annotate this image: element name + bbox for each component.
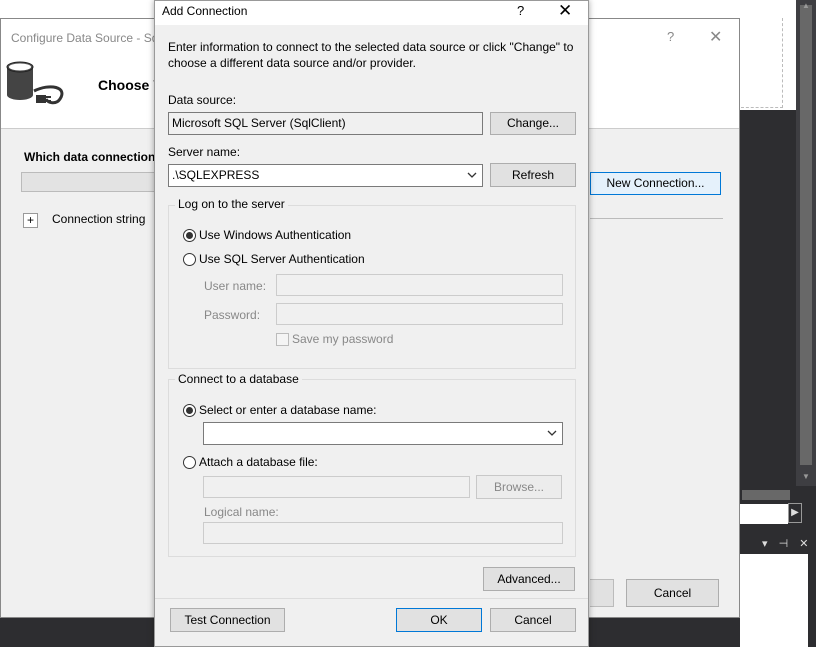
logon-group-title: Log on to the server [175, 197, 288, 211]
select-database-radio[interactable] [183, 404, 196, 417]
add-connection-dialog: Add Connection ? ✕ Enter information to … [154, 0, 589, 647]
dialog-titlebar: Add Connection ? ✕ [155, 1, 588, 25]
help-icon[interactable]: ? [517, 3, 524, 18]
connection-string-label: Connection string [52, 212, 146, 226]
save-password-checkbox [276, 333, 289, 346]
server-name-value: .\SQLEXPRESS [172, 168, 260, 182]
data-source-label: Data source: [168, 93, 237, 107]
dialog-footer-divider [155, 598, 588, 599]
ide-designer-dash-border [741, 18, 783, 108]
scroll-down-arrow-icon[interactable]: ▼ [797, 470, 815, 484]
close-icon[interactable]: ✕ [709, 27, 722, 47]
close-icon[interactable]: ✕ [558, 1, 572, 21]
sql-auth-label[interactable]: Use SQL Server Authentication [199, 252, 365, 266]
ok-button[interactable]: OK [396, 608, 482, 632]
chevron-down-icon[interactable] [546, 427, 558, 439]
ide-scroll-thumb[interactable] [800, 5, 812, 465]
new-connection-button[interactable]: New Connection... [590, 172, 721, 195]
instructions-text: Enter information to connect to the sele… [168, 40, 574, 70]
help-icon[interactable]: ? [667, 29, 674, 44]
advanced-button[interactable]: Advanced... [483, 567, 575, 591]
ide-output-strip [740, 504, 788, 524]
username-input [276, 274, 563, 296]
windows-auth-radio[interactable] [183, 229, 196, 242]
scroll-right-arrow-icon[interactable]: ▶ [788, 503, 802, 523]
wizard-title: Configure Data Source - Sq [11, 31, 159, 45]
cancel-button[interactable]: Cancel [490, 608, 576, 632]
password-label: Password: [204, 308, 261, 322]
chevron-down-icon[interactable] [466, 169, 478, 181]
database-name-combobox[interactable] [203, 422, 563, 445]
wizard-divider [590, 218, 723, 219]
dialog-title: Add Connection [162, 4, 248, 18]
tool-window-pin-close-icons[interactable]: ▾ ⊣ ✕ [762, 537, 812, 550]
test-connection-button[interactable]: Test Connection [170, 608, 285, 632]
save-password-label: Save my password [292, 332, 394, 346]
wizard-cancel-button[interactable]: Cancel [626, 579, 719, 607]
data-source-field: Microsoft SQL Server (SqlClient) [168, 112, 483, 135]
attach-file-label[interactable]: Attach a database file: [199, 455, 318, 469]
change-button[interactable]: Change... [490, 112, 576, 135]
refresh-button[interactable]: Refresh [490, 163, 576, 187]
windows-auth-label[interactable]: Use Windows Authentication [199, 228, 351, 242]
scroll-up-arrow-icon[interactable]: ▲ [797, 0, 815, 12]
server-name-label: Server name: [168, 145, 241, 159]
select-database-label[interactable]: Select or enter a database name: [199, 403, 376, 417]
password-input [276, 303, 563, 325]
wizard-question-label: Which data connection [24, 150, 156, 164]
logical-name-label: Logical name: [204, 505, 279, 519]
database-plug-icon [6, 61, 64, 105]
browse-button: Browse... [476, 475, 562, 499]
wizard-finish-button-partial[interactable] [590, 579, 614, 607]
expand-plus-icon[interactable]: + [23, 213, 38, 228]
database-group-title: Connect to a database [175, 372, 302, 386]
ide-hscroll-thumb[interactable] [742, 490, 790, 500]
sql-auth-radio[interactable] [183, 253, 196, 266]
username-label: User name: [204, 279, 267, 293]
ide-tool-window-body [740, 554, 808, 647]
database-file-input [203, 476, 470, 498]
data-connection-combo[interactable] [21, 172, 161, 192]
attach-file-radio[interactable] [183, 456, 196, 469]
server-name-combobox[interactable]: .\SQLEXPRESS [168, 164, 483, 187]
wizard-heading: Choose Y [98, 77, 163, 93]
logical-name-input [203, 522, 563, 544]
